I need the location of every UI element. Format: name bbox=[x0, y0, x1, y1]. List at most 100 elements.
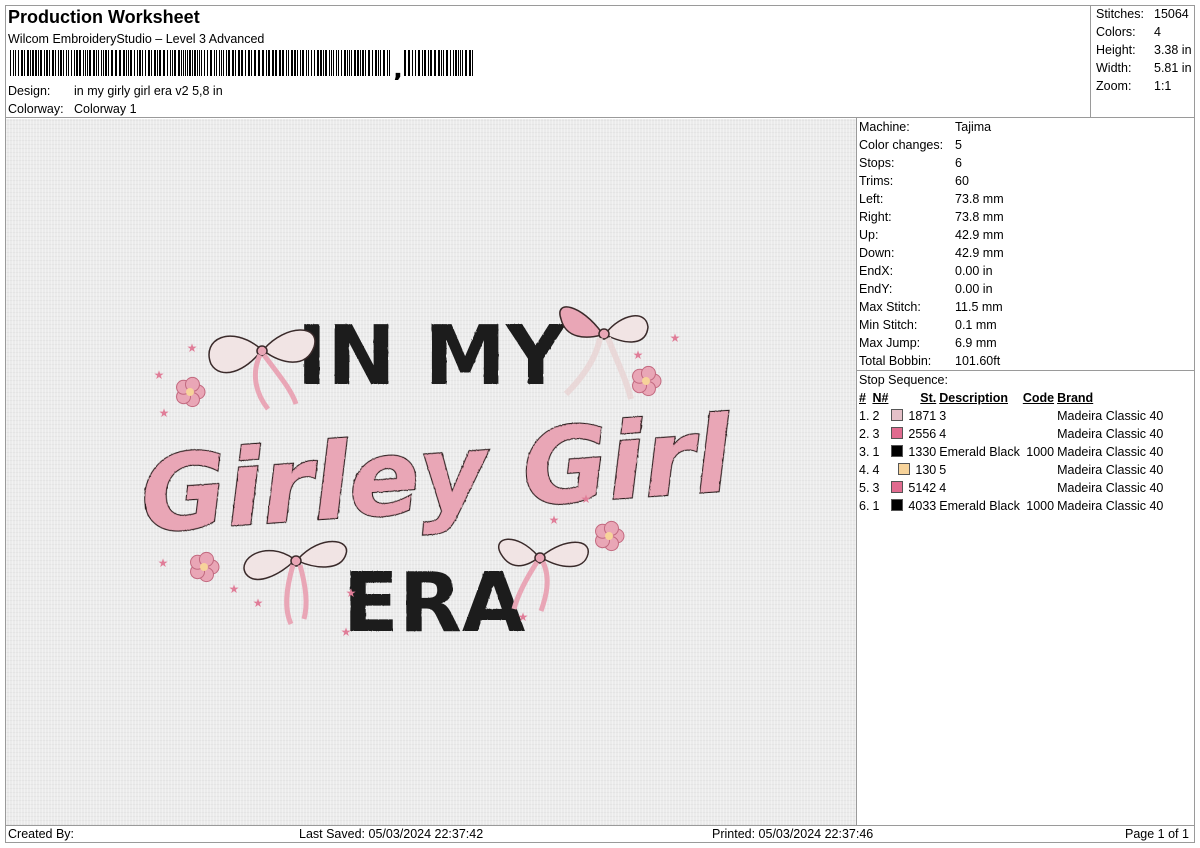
stop-num: 4. bbox=[859, 463, 870, 477]
barcode-bar bbox=[44, 50, 45, 76]
divider bbox=[5, 117, 1195, 118]
summary-zoom: Zoom: 1:1 bbox=[1096, 79, 1172, 93]
barcode-bar bbox=[306, 50, 307, 76]
barcode-bar bbox=[126, 50, 127, 76]
stop-num: 2. bbox=[859, 427, 870, 441]
stop-brand: Madeira Classic 40 bbox=[1057, 427, 1164, 441]
barcode-bar bbox=[465, 50, 467, 76]
machine-info-label: Stops: bbox=[859, 156, 895, 170]
machine-info-row: Max Jump: 6.9 mm bbox=[859, 336, 997, 350]
barcode-bar bbox=[428, 50, 429, 76]
footer-last-saved: Last Saved: 05/03/2024 22:37:42 bbox=[299, 827, 484, 841]
barcode-bar bbox=[424, 50, 426, 76]
color-swatch bbox=[891, 481, 904, 493]
barcode-bar bbox=[24, 50, 25, 76]
barcode-bar bbox=[219, 50, 220, 76]
barcode-bar bbox=[404, 50, 406, 76]
barcode-bar bbox=[408, 50, 410, 76]
stop-num: 6. bbox=[859, 499, 870, 513]
barcode-bar bbox=[27, 50, 29, 76]
barcode-bar bbox=[221, 50, 222, 76]
barcode-bar bbox=[30, 50, 31, 76]
color-swatch bbox=[898, 463, 911, 475]
barcode-bar bbox=[134, 50, 135, 76]
barcode-bar bbox=[282, 50, 284, 76]
star-icon: ★ bbox=[346, 586, 357, 600]
barcode-bar bbox=[245, 50, 246, 76]
barcode-bar bbox=[187, 50, 188, 76]
barcode-bar bbox=[18, 50, 19, 76]
barcode-bar bbox=[329, 50, 330, 76]
barcode-bar bbox=[347, 50, 348, 76]
barcode-bar bbox=[365, 50, 366, 76]
barcode-bar bbox=[317, 50, 319, 76]
stop-n: 3 bbox=[872, 481, 880, 495]
machine-info-label: Down: bbox=[859, 246, 895, 260]
barcode-bar bbox=[453, 50, 454, 76]
barcode-bar bbox=[360, 50, 361, 76]
design-label: Design: bbox=[8, 84, 51, 98]
col-num: # bbox=[859, 391, 866, 405]
barcode-bar bbox=[351, 50, 352, 76]
machine-info-value: 73.8 mm bbox=[955, 192, 1004, 206]
machine-info-label: Total Bobbin: bbox=[859, 354, 932, 368]
stop-row: 3. 1 1330 Emerald Black 1000 Madeira Classic … bbox=[856, 443, 1163, 461]
barcode-bar bbox=[375, 50, 377, 76]
barcode-bar bbox=[103, 50, 104, 76]
stop-code: 1000 bbox=[1026, 445, 1055, 459]
machine-info-label: Color changes: bbox=[859, 138, 944, 152]
barcode-bar bbox=[183, 50, 184, 76]
stop-st: 5142 bbox=[888, 479, 936, 497]
stop-st: 2556 bbox=[888, 425, 936, 443]
stop-brand: Madeira Classic 40 bbox=[1057, 409, 1164, 423]
barcode-bar bbox=[349, 50, 350, 76]
color-swatch bbox=[891, 499, 904, 511]
barcode-bar bbox=[87, 50, 88, 76]
machine-info-row: Total Bobbin: 101.60ft bbox=[859, 354, 1000, 368]
flower-icon bbox=[632, 365, 662, 397]
star-icon: ★ bbox=[581, 492, 592, 506]
barcode-bar bbox=[60, 50, 62, 76]
machine-info-value: 5 bbox=[955, 138, 962, 152]
barcode-bar bbox=[66, 50, 67, 76]
stop-row: 4. 4 130 5 Madeira Classic 40 bbox=[856, 461, 1163, 479]
star-icon: ★ bbox=[158, 556, 169, 570]
barcode-bar bbox=[297, 50, 298, 76]
color-swatch bbox=[891, 409, 904, 421]
barcode-bar bbox=[422, 50, 423, 76]
barcode-bar bbox=[207, 50, 208, 76]
star-icon: ★ bbox=[187, 341, 198, 355]
stop-num: 1. bbox=[859, 409, 870, 423]
barcode-bar bbox=[151, 50, 152, 76]
machine-info-value: 60 bbox=[955, 174, 969, 188]
barcode-bar bbox=[38, 50, 39, 76]
barcode-bar bbox=[336, 50, 337, 76]
stop-n: 1 bbox=[872, 499, 880, 513]
barcode-bar bbox=[311, 50, 312, 76]
barcode-bar bbox=[204, 50, 205, 76]
barcode-bar bbox=[128, 50, 129, 76]
stop-code bbox=[1020, 407, 1054, 425]
barcode-bar bbox=[21, 50, 23, 76]
machine-info-row: Color changes: 5 bbox=[859, 138, 962, 152]
barcode-bar bbox=[172, 50, 173, 76]
barcode-bar bbox=[226, 50, 227, 76]
barcode-bar bbox=[71, 50, 72, 76]
barcode-bar bbox=[389, 50, 390, 76]
barcode-bar bbox=[108, 50, 109, 76]
barcode-bar bbox=[238, 50, 240, 76]
barcode-bar bbox=[272, 50, 274, 76]
footer-created: Created By: bbox=[8, 827, 75, 841]
stop-st: 4033 bbox=[888, 497, 936, 515]
barcode-bar bbox=[32, 50, 34, 76]
machine-info-label: Left: bbox=[859, 192, 884, 206]
stop-sequence-title: Stop Sequence: bbox=[859, 373, 948, 387]
barcode-bar bbox=[15, 50, 16, 76]
barcode-bar bbox=[286, 50, 287, 76]
machine-info-value: 6.9 mm bbox=[955, 336, 997, 350]
stop-brand: Madeira Classic 40 bbox=[1057, 499, 1164, 513]
stop-code bbox=[1020, 425, 1054, 443]
stop-stitches: 2556 bbox=[908, 427, 937, 441]
barcode-bar bbox=[130, 50, 132, 76]
machine-info-row: Stops: 6 bbox=[859, 156, 962, 170]
